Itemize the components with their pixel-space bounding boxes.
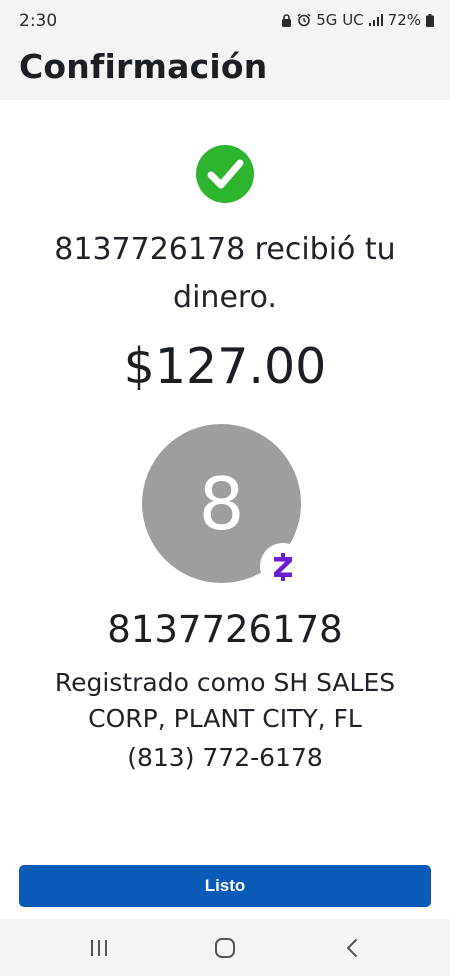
page-title: Confirmación xyxy=(19,47,268,86)
recipient-number: 8137726178 xyxy=(107,608,343,651)
status-indicators: 5G UC 72% xyxy=(281,11,434,29)
zelle-badge xyxy=(260,543,306,589)
registered-as-text: Registrado como SH SALES CORP, PLANT CIT… xyxy=(54,668,396,733)
network-label: 5G UC xyxy=(316,11,364,29)
alarm-icon xyxy=(297,13,311,27)
app-header: Confirmación xyxy=(0,44,450,100)
navigation-bar xyxy=(0,919,450,976)
phone-number: (813) 772-6178 xyxy=(127,743,323,772)
signal-icon xyxy=(368,14,383,26)
back-icon[interactable] xyxy=(340,937,366,959)
check-circle-icon xyxy=(196,145,254,203)
status-bar: 2:30 5G UC 72% xyxy=(0,0,450,44)
home-icon[interactable] xyxy=(212,937,238,959)
lock-icon xyxy=(282,13,292,27)
done-button[interactable]: Listo xyxy=(19,865,431,907)
zelle-logo-icon xyxy=(274,553,292,581)
battery-percent: 72% xyxy=(387,11,421,29)
recents-icon[interactable] xyxy=(86,937,112,959)
confirmation-message: 8137726178 recibió tu dinero. xyxy=(54,232,396,315)
battery-icon xyxy=(426,13,434,27)
status-time: 2:30 xyxy=(19,11,58,31)
avatar-initial: 8 xyxy=(198,461,245,546)
amount: $127.00 xyxy=(123,338,327,395)
